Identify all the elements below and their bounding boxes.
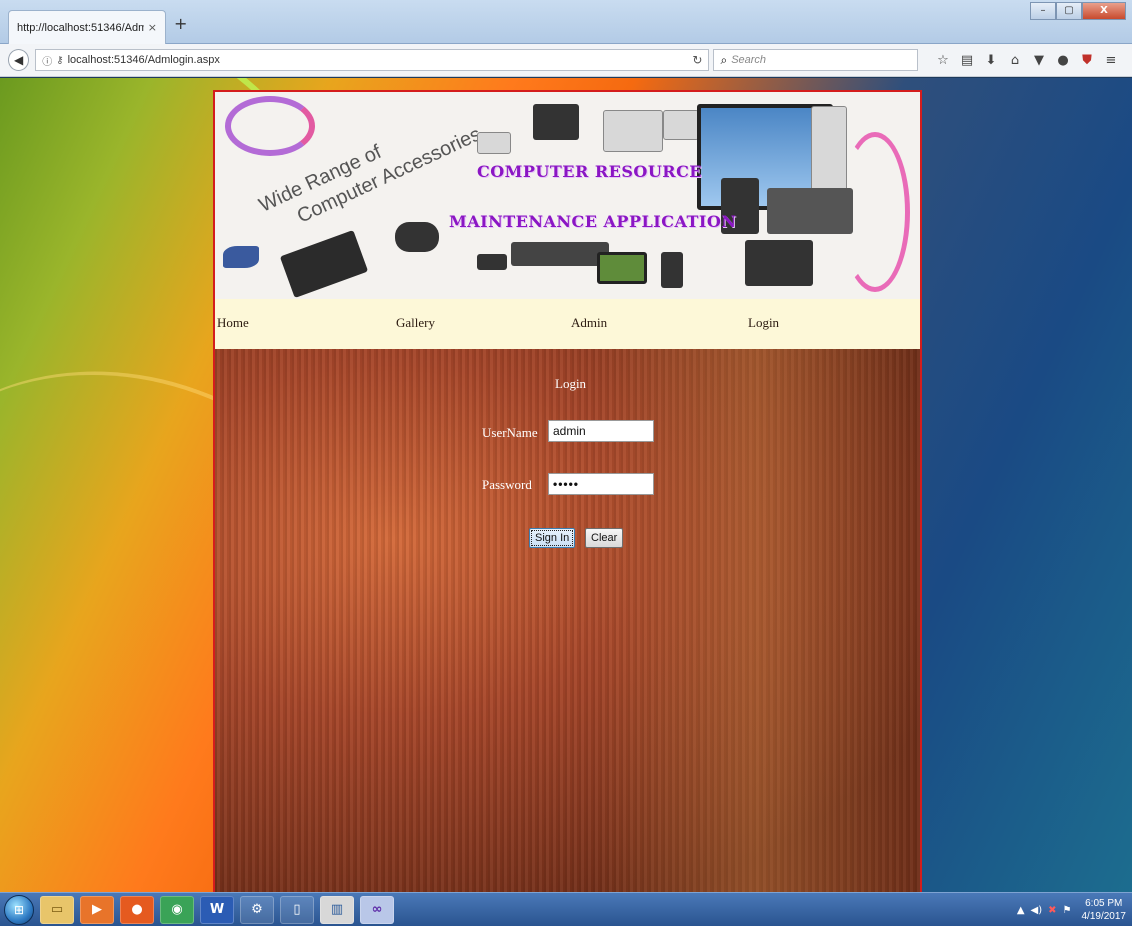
tools-icon[interactable]: ⚙	[240, 895, 274, 924]
banner-title-line2: MAINTENANCE APPLICATION	[449, 212, 737, 231]
username-input[interactable]: admin	[548, 420, 654, 442]
network-icon[interactable]: ✖	[1048, 905, 1056, 916]
reload-icon[interactable]: ↻	[692, 53, 702, 67]
banner-title-line1: COMPUTER RESOURCE	[477, 162, 702, 181]
tablet-image	[597, 252, 647, 284]
url-bar[interactable]: ⓘ ⚷ localhost:51346/Admlogin.aspx ↻	[35, 49, 710, 71]
login-heading: Login	[555, 376, 587, 391]
close-tab-icon[interactable]: ×	[148, 21, 157, 34]
word-icon[interactable]: W	[200, 895, 234, 924]
info-icon[interactable]: ⓘ	[42, 53, 52, 68]
shield-icon[interactable]: ⛊	[1076, 53, 1098, 68]
pocket-icon[interactable]: ▼	[1028, 53, 1050, 68]
browser-tab[interactable]: http://localhost:51346/Admlogin ×	[8, 10, 166, 44]
laptop-image	[767, 188, 853, 234]
close-window-button[interactable]: X	[1082, 2, 1126, 20]
url-text[interactable]: localhost:51346/Admlogin.aspx	[68, 54, 693, 66]
adblock-icon[interactable]: ●	[1052, 53, 1074, 68]
menu-item-admin[interactable]: Admin	[571, 315, 607, 331]
back-icon[interactable]: ◀	[8, 49, 30, 71]
download-icon[interactable]: ⬇	[980, 53, 1002, 68]
search-input[interactable]: ⌕ Search	[713, 49, 918, 71]
windows-taskbar: ⊞ ▭ ▶ ● ◉ W ⚙ ▯ ▥ ∞ ▲ ◀) ✖ ⚑ 6:05 PM 4/1…	[0, 892, 1132, 926]
cooling-pad-image	[279, 229, 369, 299]
media-icon[interactable]: ▶	[80, 895, 114, 924]
tab-title: http://localhost:51346/Admlogin	[17, 21, 144, 34]
toolbar-icons: ☆ ▤ ⬇ ⌂ ▼ ● ⛊ ≡	[932, 53, 1124, 68]
login-panel: Login UserName admin Password ••••• Sign…	[215, 349, 920, 892]
decorative-swirl	[225, 96, 315, 156]
mouse-image	[223, 246, 259, 268]
browser-viewport: Wide Range of Computer Accessories COMPU…	[0, 78, 1132, 892]
action-center-icon[interactable]: ⚑	[1063, 905, 1072, 916]
gamepad-image	[395, 222, 439, 252]
menu-item-login[interactable]: Login	[748, 315, 779, 331]
volume-icon[interactable]: ◀)	[1031, 905, 1043, 916]
username-label: UserName	[482, 425, 538, 440]
clock-time: 6:05 PM	[1085, 898, 1123, 909]
firefox-icon[interactable]: ●	[120, 895, 154, 924]
start-icon[interactable]: ⊞	[4, 894, 34, 925]
tray-expand-icon[interactable]: ▲	[1017, 905, 1025, 916]
reading-list-icon[interactable]: ▤	[956, 53, 978, 68]
search-placeholder: Search	[731, 54, 767, 66]
dvd-player-image	[511, 242, 609, 266]
monitor-image	[533, 104, 579, 140]
password-input[interactable]: •••••	[548, 473, 654, 495]
web-page: Wide Range of Computer Accessories COMPU…	[213, 90, 922, 892]
menu-item-gallery[interactable]: Gallery	[396, 315, 435, 331]
projector-image	[477, 132, 511, 154]
header-banner: Wide Range of Computer Accessories COMPU…	[215, 92, 920, 299]
explorer-icon[interactable]: ▭	[40, 895, 74, 924]
visual-studio-icon[interactable]: ∞	[360, 895, 394, 924]
chrome-icon[interactable]: ◉	[160, 895, 194, 924]
system-tray: ▲ ◀) ✖ ⚑ 6:05 PM 4/19/2017	[1017, 893, 1126, 926]
printer-image	[603, 110, 663, 152]
clock-date: 4/19/2017	[1081, 911, 1127, 922]
notepad-icon[interactable]: ▯	[280, 895, 314, 924]
speakers-image	[745, 240, 813, 286]
clock[interactable]: 6:05 PM 4/19/2017	[1082, 897, 1127, 923]
minimize-button[interactable]: –	[1030, 2, 1056, 20]
search-icon: ⌕	[720, 52, 728, 67]
password-label: Password	[482, 477, 532, 492]
browser-nav-bar: ◀ ⓘ ⚷ localhost:51346/Admlogin.aspx ↻ ⌕ …	[0, 44, 1132, 77]
window-controls: – ▢ X	[1030, 2, 1126, 20]
star-icon[interactable]: ☆	[932, 53, 954, 68]
clear-button[interactable]: Clear	[585, 528, 624, 548]
key-icon: ⚷	[56, 54, 64, 66]
router-image	[477, 254, 507, 270]
main-menu: Home Gallery Admin Login	[215, 299, 920, 349]
sign-in-button[interactable]: Sign In	[529, 528, 576, 548]
speaker-image	[661, 252, 683, 288]
browser-tab-bar: http://localhost:51346/Admlogin × + – ▢ …	[0, 0, 1132, 44]
menu-item-home[interactable]: Home	[217, 315, 249, 331]
home-icon[interactable]: ⌂	[1004, 53, 1026, 68]
chart-icon[interactable]: ▥	[320, 895, 354, 924]
maximize-button[interactable]: ▢	[1056, 2, 1082, 20]
new-tab-button[interactable]: +	[174, 14, 187, 33]
menu-icon[interactable]: ≡	[1100, 53, 1122, 68]
scanner-image	[663, 110, 699, 140]
